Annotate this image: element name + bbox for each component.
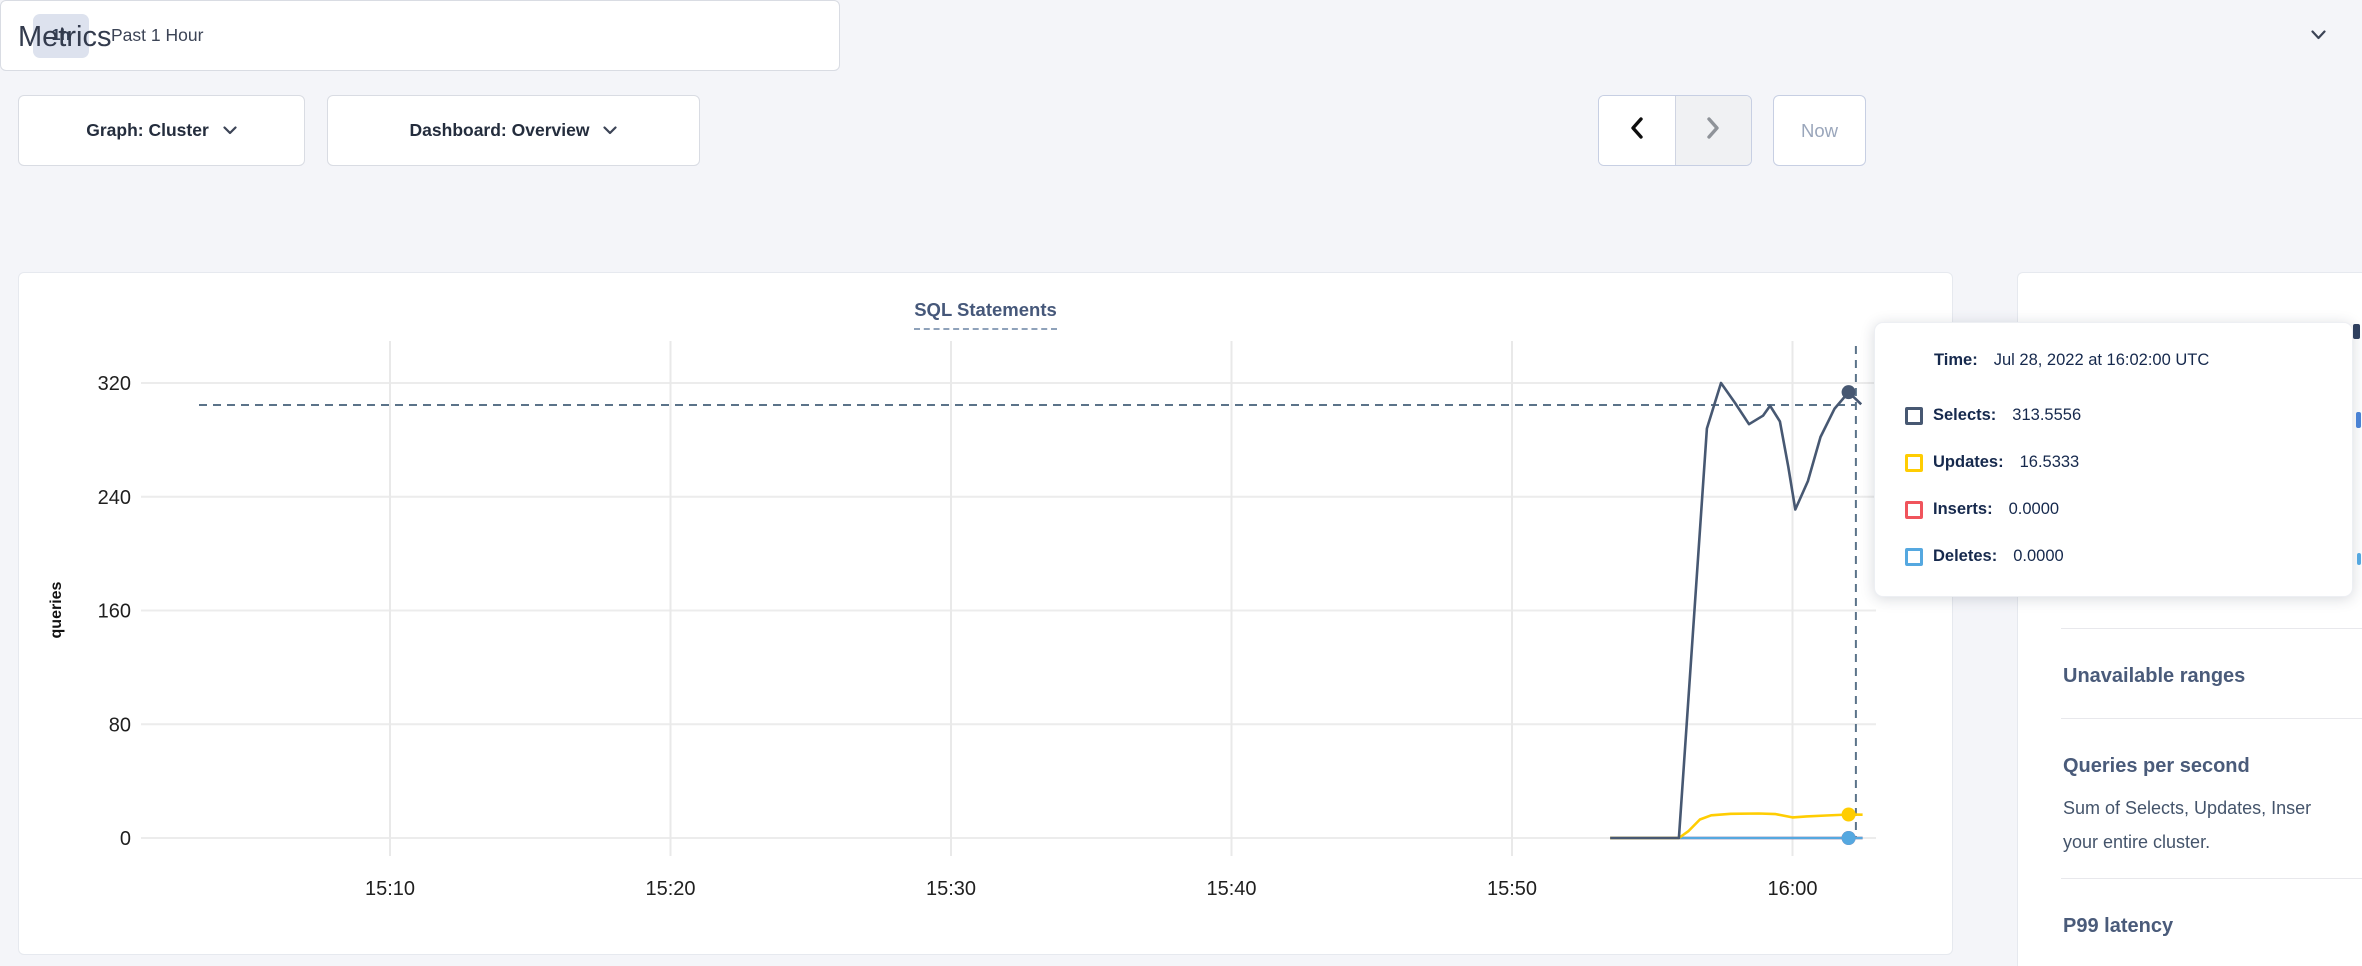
tooltip-time-value: Jul 28, 2022 at 16:02:00 UTC	[1994, 351, 2210, 370]
chart-hover-tooltip: Time: Jul 28, 2022 at 16:02:00 UTC Selec…	[1874, 322, 2353, 597]
x-tick-label: 15:20	[645, 878, 695, 900]
y-axis-label: queries	[48, 581, 65, 638]
tooltip-series-row: Deletes: 0.0000	[1905, 533, 2352, 580]
sidebar-section-heading: Queries per second	[2063, 753, 2362, 779]
graph-dropdown-label: Graph: Cluster	[86, 120, 209, 141]
tooltip-series-label: Updates:	[1933, 453, 2004, 472]
x-tick-label: 15:50	[1487, 878, 1537, 900]
series-dot-selects	[1842, 385, 1856, 399]
sidebar-section-heading: P99 latency	[2063, 913, 2362, 939]
series-line-updates	[1610, 814, 1862, 839]
sidebar-description-line: Sum of Selects, Updates, Inser	[2063, 791, 2362, 825]
y-tick-label: 320	[98, 373, 131, 395]
tooltip-series-value: 0.0000	[2009, 500, 2059, 519]
metrics-page: Metrics Graph: Cluster Dashboard: Overvi…	[0, 0, 2362, 966]
divider	[2061, 718, 2362, 719]
series-swatch-icon	[1905, 501, 1923, 519]
tooltip-series-row: Inserts: 0.0000	[1905, 486, 2352, 533]
tooltip-series-value: 0.0000	[2013, 547, 2063, 566]
now-button[interactable]: Now	[1773, 95, 1866, 166]
time-range-selector[interactable]: 1h Past 1 Hour	[0, 0, 840, 71]
divider	[2061, 628, 2362, 629]
toolbar: Graph: Cluster Dashboard: Overview 1h Pa…	[0, 0, 2362, 71]
series-swatch-icon	[1905, 548, 1923, 566]
tooltip-series-row: Updates: 16.5333	[1905, 439, 2352, 486]
tooltip-series-value: 313.5556	[2012, 406, 2081, 425]
tooltip-time-label: Time:	[1934, 351, 1978, 370]
clipped-content-fragment	[2353, 324, 2360, 339]
series-dot-deletes	[1842, 831, 1856, 845]
next-interval-button-disabled[interactable]	[1676, 96, 1752, 165]
tooltip-series-label: Selects:	[1933, 406, 1996, 425]
sidebar-description-line: your entire cluster.	[2063, 825, 2362, 859]
time-nav-arrows	[1598, 95, 1752, 166]
chevron-down-icon	[603, 122, 617, 140]
dashboard-dropdown-label: Dashboard: Overview	[410, 120, 590, 141]
time-range-label: Past 1 Hour	[111, 25, 203, 46]
x-tick-label: 15:30	[926, 878, 976, 900]
divider	[2061, 878, 2362, 879]
previous-interval-button[interactable]	[1599, 96, 1676, 165]
chevron-down-icon	[2311, 27, 2326, 45]
sql-statements-chart-card: SQL Statements 08016024032015:1015:2015:…	[18, 272, 1953, 955]
tooltip-series-label: Deletes:	[1933, 547, 1997, 566]
chevron-right-icon	[1705, 116, 1721, 145]
tooltip-time-row: Time: Jul 28, 2022 at 16:02:00 UTC	[1934, 351, 2352, 370]
clipped-content-fragment	[2356, 412, 2361, 428]
tooltip-series-label: Inserts:	[1933, 500, 1993, 519]
graph-dropdown[interactable]: Graph: Cluster	[18, 95, 305, 166]
page-title: Metrics	[18, 21, 111, 54]
y-tick-label: 0	[120, 828, 131, 850]
series-swatch-icon	[1905, 454, 1923, 472]
sidebar-section-description: Sum of Selects, Updates, Inseryour entir…	[2018, 791, 2362, 859]
clipped-content-fragment	[2357, 553, 2361, 565]
y-tick-label: 80	[109, 714, 131, 736]
tooltip-series-row: Selects: 313.5556	[1905, 392, 2352, 439]
x-tick-label: 15:40	[1206, 878, 1256, 900]
x-tick-label: 15:10	[365, 878, 415, 900]
y-tick-label: 240	[98, 487, 131, 509]
series-swatch-icon	[1905, 407, 1923, 425]
tooltip-series-rows: Selects: 313.5556 Updates: 16.5333 Inserts: 0…	[1875, 392, 2352, 580]
x-tick-label: 16:00	[1767, 878, 1817, 900]
dashboard-dropdown[interactable]: Dashboard: Overview	[327, 95, 700, 166]
series-dot-updates	[1842, 807, 1856, 821]
chevron-left-icon	[1629, 116, 1645, 145]
chevron-down-icon	[223, 122, 237, 140]
y-tick-label: 160	[98, 601, 131, 623]
tooltip-series-value: 16.5333	[2020, 453, 2080, 472]
sql-statements-chart-plot[interactable]: 0 80 160 240 320 15:10 15:20 15:30 15:40 15:50 16:…	[19, 273, 1954, 956]
sidebar-section-heading: Unavailable ranges	[2063, 663, 2362, 689]
